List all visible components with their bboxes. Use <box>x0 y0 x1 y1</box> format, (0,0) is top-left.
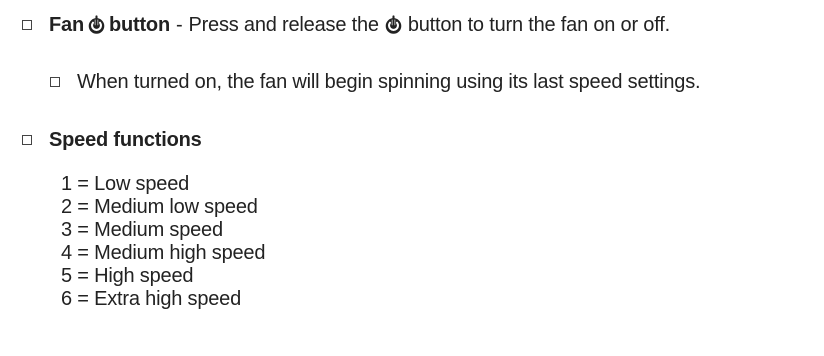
speed-item-2: 2 = Medium low speed <box>61 196 258 218</box>
checkbox-bullet <box>50 77 60 87</box>
speed-functions-item: Speed functions <box>22 125 202 155</box>
power-icon <box>86 15 107 36</box>
speed-item-4: 4 = Medium high speed <box>61 242 266 264</box>
power-icon <box>383 15 404 36</box>
fan-on-note-text: When turned on, the fan will begin spinn… <box>77 70 701 93</box>
speed-item-1: 1 = Low speed <box>61 173 190 195</box>
checkbox-bullet <box>22 135 32 145</box>
checkbox-bullet <box>22 20 32 30</box>
fan-button-item: Fan button - Press and release the butto… <box>22 10 670 40</box>
separator: - <box>175 13 183 36</box>
speed-functions-heading: Speed functions <box>49 128 202 151</box>
fan-button-desc-post: button to turn the fan on or off. <box>407 13 670 36</box>
speed-item-5: 5 = High speed <box>61 265 194 287</box>
instructions-document: Fan button - Press and release the butto… <box>0 0 824 356</box>
fan-on-note-item: When turned on, the fan will begin spinn… <box>50 67 701 97</box>
fan-button-desc-pre: Press and release the <box>188 13 379 36</box>
speed-item-6: 6 = Extra high speed <box>61 288 242 310</box>
fan-button-title-post: button <box>108 13 170 36</box>
fan-button-title-pre: Fan <box>49 13 84 36</box>
speed-item-3: 3 = Medium speed <box>61 219 223 241</box>
speed-list: 1 = Low speed 2 = Medium low speed 3 = M… <box>61 173 265 311</box>
